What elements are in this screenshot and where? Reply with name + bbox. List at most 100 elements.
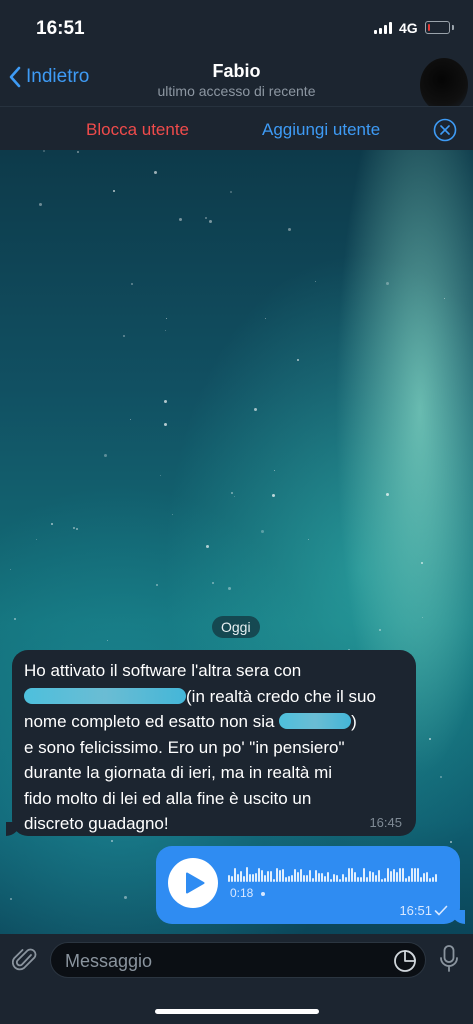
paperclip-icon[interactable] bbox=[12, 946, 38, 974]
status-bar: 16:51 4G bbox=[0, 0, 473, 50]
date-separator: Oggi bbox=[212, 616, 260, 638]
add-user-button[interactable]: Aggiungi utente bbox=[262, 120, 380, 140]
waveform-bar bbox=[258, 868, 260, 882]
star-dot bbox=[450, 841, 452, 843]
waveform-bar bbox=[285, 877, 287, 882]
message-composer: Messaggio bbox=[0, 934, 473, 1024]
waveform-bar bbox=[294, 869, 296, 882]
star-dot bbox=[77, 151, 79, 153]
play-icon bbox=[186, 872, 205, 894]
star-dot bbox=[274, 470, 275, 471]
star-dot bbox=[386, 493, 389, 496]
message-placeholder: Messaggio bbox=[65, 951, 153, 971]
star-dot bbox=[124, 896, 127, 899]
star-dot bbox=[297, 359, 299, 361]
waveform-bar bbox=[405, 878, 407, 882]
message-line: discreto guadagno! bbox=[24, 814, 169, 833]
star-dot bbox=[10, 569, 11, 570]
status-time: 16:51 bbox=[36, 18, 85, 39]
checkmark-icon bbox=[434, 905, 448, 916]
star-dot bbox=[172, 514, 173, 515]
block-user-button[interactable]: Blocca utente bbox=[86, 120, 189, 140]
star-dot bbox=[154, 171, 157, 174]
star-dot bbox=[123, 335, 125, 337]
waveform-bar bbox=[369, 871, 371, 882]
outgoing-voice-bubble[interactable]: 0:18 16:51 bbox=[156, 846, 465, 924]
waveform-bar bbox=[426, 872, 428, 882]
waveform-bar bbox=[411, 868, 413, 882]
redaction-mark bbox=[279, 713, 352, 729]
contact-name[interactable]: Fabio bbox=[0, 61, 473, 82]
waveform-bar bbox=[429, 878, 431, 882]
star-dot bbox=[231, 492, 233, 494]
star-dot bbox=[36, 539, 37, 540]
waveform-bar bbox=[375, 875, 377, 882]
sticker-icon[interactable] bbox=[393, 949, 417, 973]
star-dot bbox=[379, 629, 381, 631]
waveform-bar bbox=[339, 879, 341, 882]
network-type: 4G bbox=[399, 20, 418, 36]
waveform-bar bbox=[234, 868, 236, 882]
waveform-bar bbox=[288, 876, 290, 882]
waveform-bar bbox=[381, 879, 383, 882]
waveform-bar bbox=[264, 875, 266, 882]
star-dot bbox=[212, 582, 214, 584]
waveform-bar bbox=[276, 868, 278, 882]
message-line: fido molto di lei ed alla fine è uscito … bbox=[24, 788, 312, 808]
star-dot bbox=[76, 528, 78, 530]
waveform-bar bbox=[399, 868, 401, 882]
waveform-bar bbox=[291, 875, 293, 882]
redaction-mark bbox=[24, 687, 186, 704]
star-dot bbox=[265, 318, 266, 319]
waveform-bar bbox=[243, 876, 245, 882]
incoming-message-bubble[interactable]: Ho attivato il software l'altra sera con… bbox=[6, 650, 416, 836]
voice-duration: 0:18 bbox=[230, 886, 254, 900]
star-dot bbox=[73, 527, 75, 529]
waveform-bar bbox=[237, 874, 239, 882]
waveform-bar bbox=[423, 873, 425, 882]
waveform-bar bbox=[372, 872, 374, 882]
waveform-bar bbox=[273, 879, 275, 882]
waveform-bar bbox=[366, 877, 368, 882]
play-button[interactable] bbox=[168, 858, 218, 908]
star-dot bbox=[444, 298, 445, 299]
message-time: 16:51 bbox=[399, 903, 448, 918]
message-input[interactable]: Messaggio bbox=[50, 942, 426, 978]
message-line: durante la giornata di ieri, ma in realt… bbox=[24, 763, 333, 782]
waveform-bar bbox=[408, 876, 410, 882]
waveform-bar bbox=[363, 868, 365, 882]
message-line: nome completo ed esatto non sia ) bbox=[24, 709, 404, 735]
waveform-bar bbox=[333, 874, 335, 882]
star-dot bbox=[429, 738, 431, 740]
message-line: Ho attivato il software l'altra sera con bbox=[24, 661, 302, 680]
star-dot bbox=[440, 776, 442, 778]
star-dot bbox=[272, 494, 275, 497]
microphone-icon[interactable] bbox=[438, 944, 460, 974]
waveform-bar bbox=[324, 876, 326, 882]
star-dot bbox=[111, 840, 113, 842]
waveform-bar bbox=[279, 870, 281, 882]
home-indicator bbox=[155, 1009, 319, 1014]
star-dot bbox=[130, 419, 131, 420]
waveform-bar bbox=[357, 877, 359, 882]
waveform-bar bbox=[330, 879, 332, 882]
waveform-bar bbox=[378, 870, 380, 882]
chat-header: Indietro Fabio ultimo accesso di recente bbox=[0, 50, 473, 106]
star-dot bbox=[261, 530, 264, 533]
waveform-bar bbox=[270, 871, 272, 882]
star-dot bbox=[107, 640, 108, 641]
waveform-bar bbox=[306, 875, 308, 882]
battery-level bbox=[427, 23, 430, 31]
star-dot bbox=[14, 618, 16, 620]
avatar[interactable] bbox=[420, 58, 468, 112]
waveform-bar bbox=[354, 872, 356, 882]
waveform-bar bbox=[387, 868, 389, 882]
voice-waveform[interactable] bbox=[228, 864, 437, 882]
waveform-bar bbox=[318, 873, 320, 882]
waveform-bar bbox=[240, 871, 242, 882]
waveform-bar bbox=[432, 877, 434, 882]
star-dot bbox=[206, 545, 209, 548]
waveform-bar bbox=[231, 876, 233, 882]
battery-icon bbox=[425, 21, 454, 34]
close-icon[interactable] bbox=[433, 118, 457, 142]
